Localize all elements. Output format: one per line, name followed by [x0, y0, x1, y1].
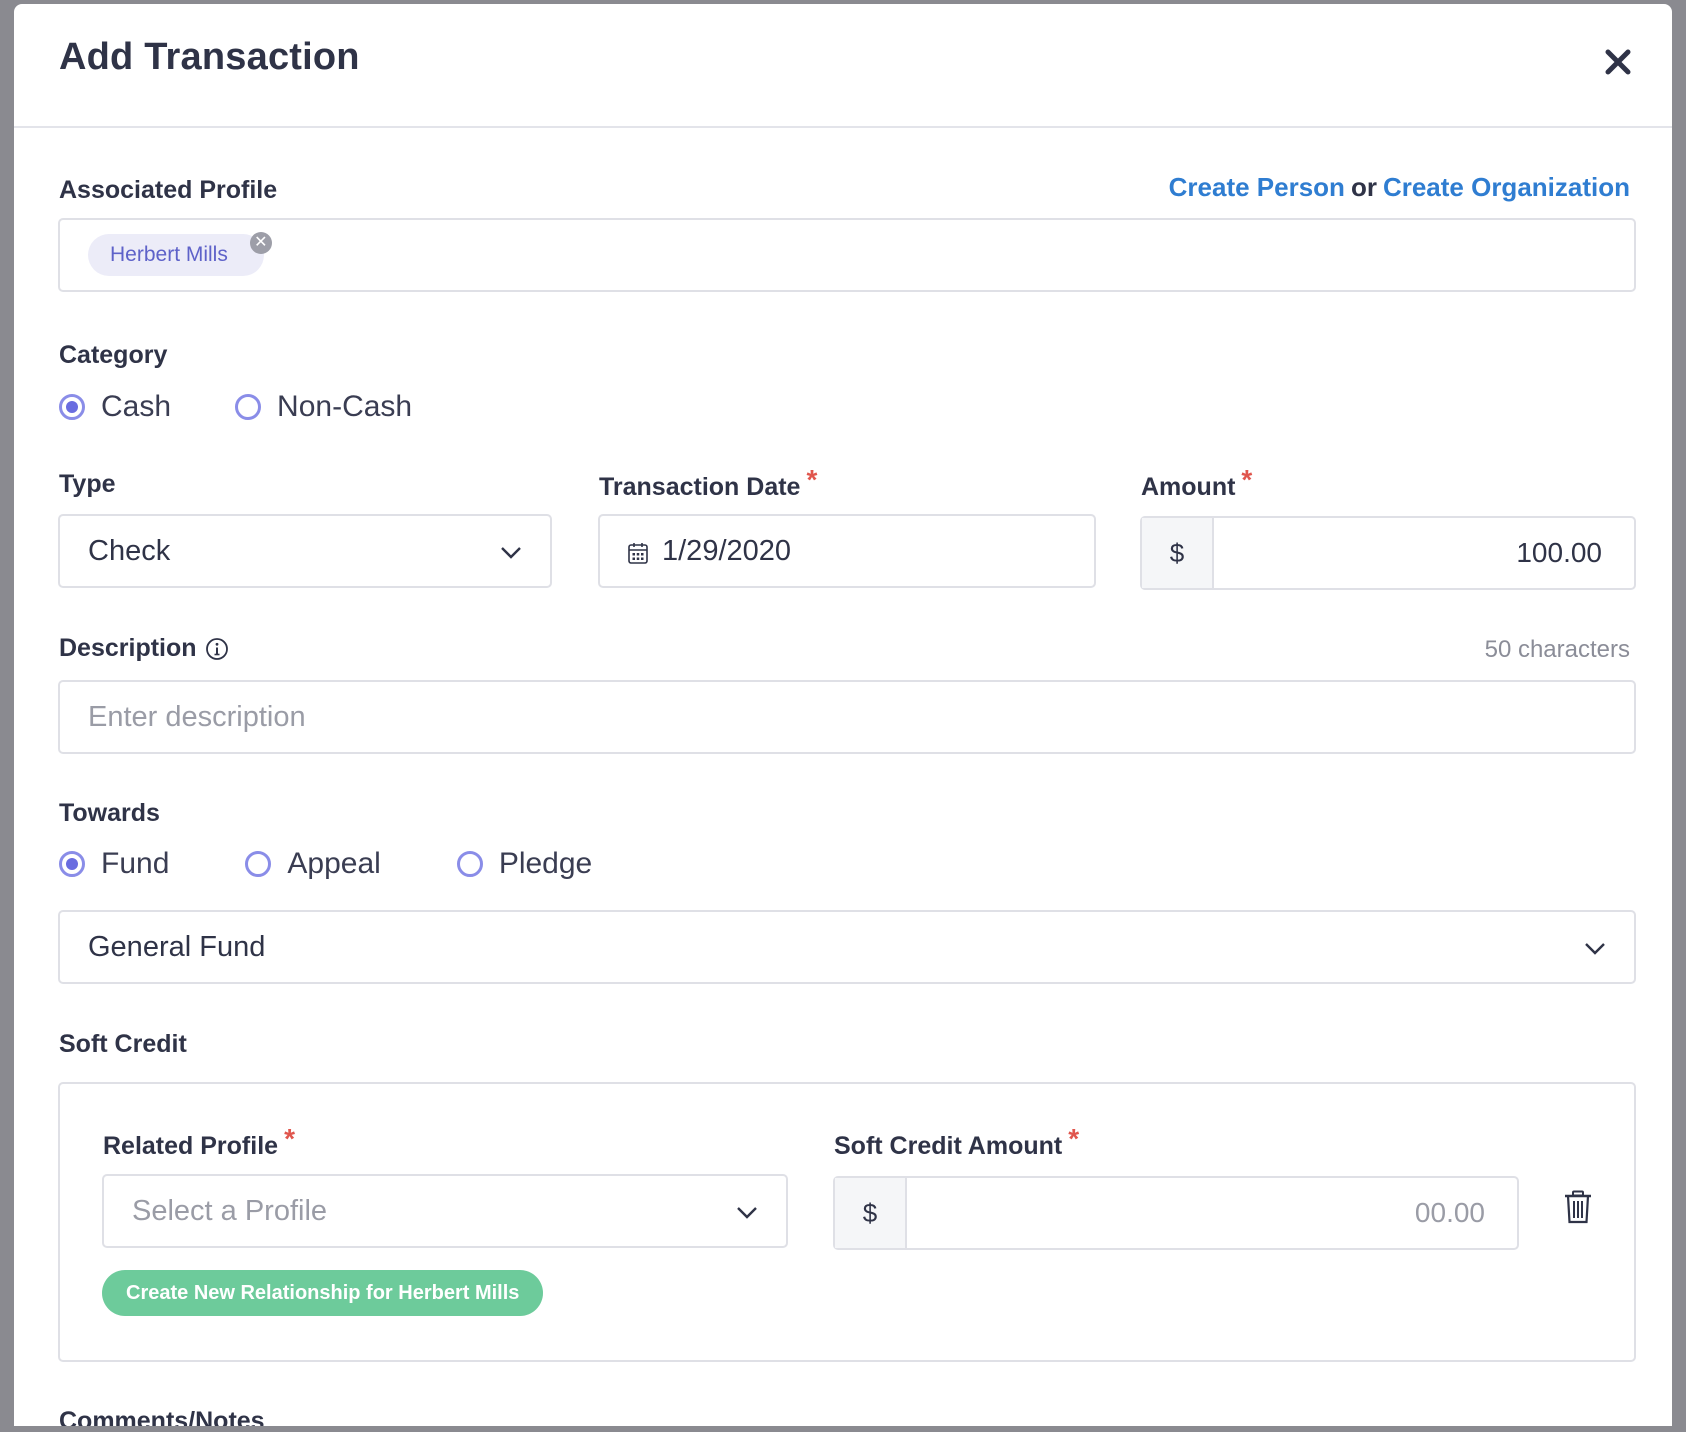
transaction-date-input[interactable]: 1/29/2020: [598, 514, 1096, 588]
remove-chip-icon[interactable]: ✕: [249, 232, 272, 254]
info-icon[interactable]: [205, 637, 229, 661]
chevron-down-icon: [737, 1207, 757, 1219]
trash-icon[interactable]: [1563, 1190, 1593, 1224]
soft-credit-label: Soft Credit: [59, 1030, 187, 1058]
category-option-non-cash: Non-Cash: [277, 390, 413, 423]
related-profile-label-text: Related Profile: [103, 1132, 279, 1160]
create-organization-link[interactable]: Create Organization: [1383, 172, 1630, 202]
transaction-date-value: 1/29/2020: [662, 535, 792, 567]
soft-credit-amount-label: Soft Credit Amount *: [834, 1123, 1079, 1161]
close-icon[interactable]: [1602, 46, 1634, 78]
profile-chip-label: Herbert Mills: [110, 243, 228, 266]
create-profile-links: Create Person or Create Organization: [1169, 172, 1630, 203]
create-person-link[interactable]: Create Person: [1169, 172, 1345, 202]
add-transaction-modal: Add Transaction Associated Profile Creat…: [14, 4, 1672, 1426]
description-placeholder: Enter description: [88, 701, 306, 733]
amount-value: 100.00: [1516, 537, 1602, 568]
required-asterisk: *: [1241, 464, 1253, 495]
related-profile-select[interactable]: Select a Profile: [102, 1174, 788, 1248]
towards-radio-appeal[interactable]: Appeal: [245, 847, 381, 881]
towards-radio-fund[interactable]: Fund: [59, 847, 169, 881]
category-radio-non-cash[interactable]: Non-Cash: [235, 390, 412, 424]
soft-credit-amount-label-text: Soft Credit Amount: [834, 1132, 1063, 1160]
type-label: Type: [59, 470, 116, 498]
fund-value: General Fund: [88, 931, 266, 963]
radio-unselected-icon: [456, 851, 483, 877]
amount-input[interactable]: $ 100.00: [1140, 516, 1636, 590]
description-char-count: 50 characters: [1484, 636, 1630, 663]
chevron-down-icon: [501, 547, 521, 559]
chevron-down-icon: [1585, 943, 1605, 955]
associated-profile-label: Associated Profile: [59, 176, 278, 204]
radio-unselected-icon: [245, 851, 272, 877]
towards-option-pledge: Pledge: [498, 847, 593, 880]
description-label: Description: [59, 634, 229, 663]
currency-prefix: $: [835, 1178, 907, 1248]
towards-option-appeal: Appeal: [287, 847, 381, 880]
type-select[interactable]: Check: [58, 514, 552, 588]
required-asterisk: *: [284, 1123, 295, 1154]
radio-selected-icon: [59, 851, 85, 877]
required-asterisk: *: [806, 464, 818, 495]
comments-label: Comments/Notes: [59, 1407, 265, 1426]
related-profile-placeholder: Select a Profile: [132, 1195, 328, 1227]
towards-option-fund: Fund: [101, 847, 170, 880]
create-relationship-button[interactable]: Create New Relationship for Herbert Mill…: [102, 1270, 544, 1316]
category-label: Category: [59, 341, 168, 369]
amount-label-text: Amount: [1141, 473, 1236, 501]
towards-radio-group: Fund Appeal Pledge: [59, 847, 592, 881]
transaction-date-label-text: Transaction Date: [599, 473, 801, 501]
category-option-cash: Cash: [101, 390, 172, 423]
towards-label: Towards: [59, 799, 160, 827]
transaction-date-label: Transaction Date *: [599, 464, 817, 502]
category-radio-cash[interactable]: Cash: [59, 390, 171, 424]
associated-profile-input[interactable]: Herbert Mills ✕: [58, 218, 1636, 292]
profile-chip: Herbert Mills ✕: [88, 232, 272, 276]
description-input[interactable]: Enter description: [58, 680, 1636, 754]
radio-unselected-icon: [235, 394, 262, 420]
radio-selected-icon: [59, 394, 85, 420]
modal-title: Add Transaction: [59, 36, 360, 78]
required-asterisk: *: [1068, 1123, 1080, 1154]
towards-radio-pledge[interactable]: Pledge: [456, 847, 593, 881]
type-value: Check: [88, 535, 171, 567]
amount-label: Amount *: [1141, 464, 1252, 502]
modal-header: Add Transaction: [14, 4, 1672, 128]
category-radio-group: Cash Non-Cash: [59, 390, 412, 424]
soft-credit-amount-input[interactable]: $ 00.00: [833, 1176, 1519, 1250]
soft-credit-amount-placeholder: 00.00: [1414, 1197, 1485, 1228]
fund-select[interactable]: General Fund: [58, 910, 1636, 984]
calendar-icon: [628, 543, 648, 564]
currency-prefix: $: [1142, 518, 1214, 588]
or-text: or: [1350, 172, 1377, 202]
related-profile-label: Related Profile *: [103, 1123, 295, 1161]
description-label-text: Description: [59, 634, 197, 662]
